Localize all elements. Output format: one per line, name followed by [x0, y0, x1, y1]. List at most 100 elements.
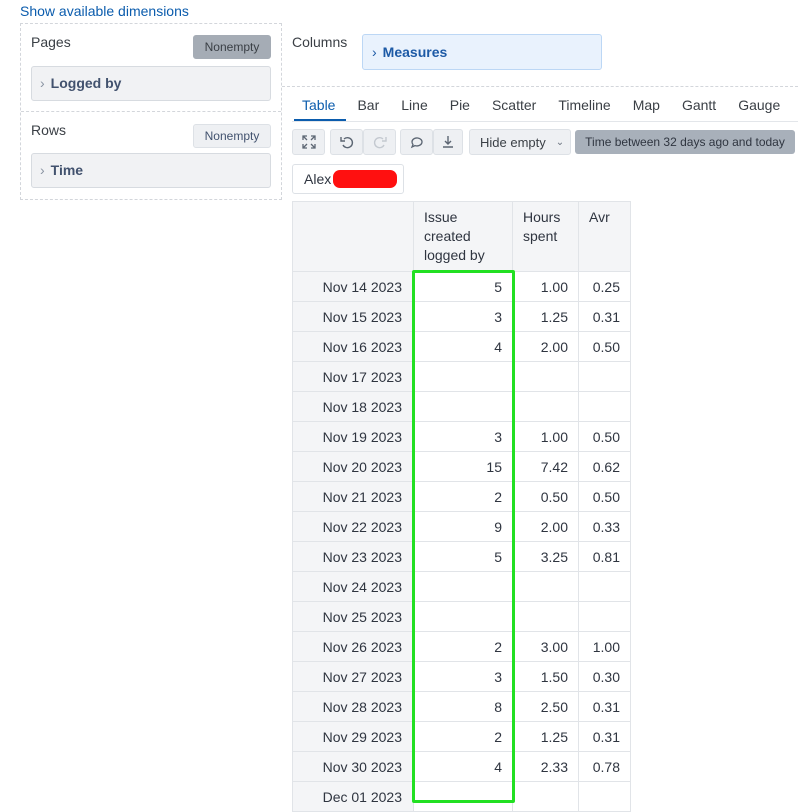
avr-cell: 0.62: [578, 451, 631, 482]
table-row: Nov 24 2023: [292, 571, 631, 602]
row-date-cell[interactable]: Nov 20 2023: [292, 451, 414, 482]
view-tabs: Table Bar Line Pie Scatter Timeline Map Gantt Ga…: [302, 97, 798, 113]
col-header-avr[interactable]: Avr: [578, 201, 631, 272]
page-selector[interactable]: Alex: [292, 164, 404, 194]
download-button[interactable]: [433, 129, 463, 155]
row-date-cell[interactable]: Nov 28 2023: [292, 691, 414, 722]
issues-cell: 2: [413, 481, 513, 512]
avr-cell: 0.33: [578, 511, 631, 542]
tab-gantt[interactable]: Gantt: [682, 97, 716, 113]
row-date-cell[interactable]: Nov 18 2023: [292, 391, 414, 422]
avr-cell: [578, 361, 631, 392]
issues-cell: 3: [413, 421, 513, 452]
row-date-cell[interactable]: Nov 24 2023: [292, 571, 414, 602]
issues-cell: [413, 391, 513, 422]
issues-cell: [413, 571, 513, 602]
corner-cell: [292, 201, 414, 272]
columns-measures-dimension[interactable]: › Measures: [362, 34, 602, 70]
hours-cell: 2.00: [512, 331, 579, 362]
columns-title: Columns: [292, 34, 348, 50]
avr-cell: [578, 391, 631, 422]
avr-cell: [578, 571, 631, 602]
pages-logged-by-dimension[interactable]: › Logged by: [31, 66, 271, 101]
tab-map[interactable]: Map: [633, 97, 660, 113]
hours-cell: 2.00: [512, 511, 579, 542]
avr-cell: 0.31: [578, 691, 631, 722]
issues-cell: 9: [413, 511, 513, 542]
issues-cell: 3: [413, 661, 513, 692]
hours-cell: [512, 781, 579, 812]
avr-cell: 0.50: [578, 421, 631, 452]
redo-button[interactable]: [363, 129, 396, 155]
chevron-right-icon: ›: [372, 44, 377, 60]
row-date-cell[interactable]: Nov 16 2023: [292, 331, 414, 362]
rows-title: Rows: [31, 122, 67, 138]
table-row: Nov 16 2023 4 2.00 0.50: [292, 331, 631, 362]
rows-nonempty-button[interactable]: Nonempty: [193, 124, 271, 148]
col-header-issues[interactable]: Issue created logged by: [413, 201, 513, 272]
comment-icon: [410, 137, 423, 149]
hide-empty-dropdown[interactable]: Hide empty ⌄: [469, 129, 571, 155]
section-divider: [21, 111, 281, 112]
issues-cell: 8: [413, 691, 513, 722]
undo-button[interactable]: [330, 129, 363, 155]
row-date-cell[interactable]: Nov 15 2023: [292, 301, 414, 332]
rows-time-dimension[interactable]: › Time: [31, 153, 271, 188]
tab-bar[interactable]: Bar: [357, 97, 379, 113]
row-date-cell[interactable]: Dec 01 2023: [292, 781, 414, 812]
hide-empty-label: Hide empty: [480, 134, 546, 150]
issues-cell: 4: [413, 751, 513, 782]
redo-icon: [373, 136, 387, 149]
table-header-row: Issue created logged by Hours spent Avr: [292, 201, 631, 272]
pages-nonempty-button[interactable]: Nonempty: [193, 35, 271, 59]
tab-gauge[interactable]: Gauge: [738, 97, 780, 113]
time-filter-button[interactable]: Time between 32 days ago and today: [575, 130, 795, 154]
issues-cell: 2: [413, 721, 513, 752]
table-row: Nov 27 2023 3 1.50 0.30: [292, 661, 631, 692]
row-date-cell[interactable]: Nov 23 2023: [292, 541, 414, 572]
issues-cell: 4: [413, 331, 513, 362]
issues-cell: [413, 601, 513, 632]
tab-timeline[interactable]: Timeline: [558, 97, 610, 113]
table-row: Nov 23 2023 5 3.25 0.81: [292, 541, 631, 572]
tab-line[interactable]: Line: [401, 97, 427, 113]
hours-cell: 2.33: [512, 751, 579, 782]
hours-cell: 1.25: [512, 721, 579, 752]
comment-button[interactable]: [400, 129, 433, 155]
table-row: Nov 28 2023 8 2.50 0.31: [292, 691, 631, 722]
row-date-cell[interactable]: Nov 25 2023: [292, 601, 414, 632]
tab-scatter[interactable]: Scatter: [492, 97, 536, 113]
issues-cell: 5: [413, 541, 513, 572]
avr-cell: 0.50: [578, 481, 631, 512]
table-row: Nov 22 2023 9 2.00 0.33: [292, 511, 631, 542]
table-row: Nov 29 2023 2 1.25 0.31: [292, 721, 631, 752]
row-date-cell[interactable]: Nov 17 2023: [292, 361, 414, 392]
hours-cell: 1.50: [512, 661, 579, 692]
row-date-cell[interactable]: Nov 26 2023: [292, 631, 414, 662]
row-date-cell[interactable]: Nov 22 2023: [292, 511, 414, 542]
col-header-hours[interactable]: Hours spent: [512, 201, 579, 272]
table-row: Nov 30 2023 4 2.33 0.78: [292, 751, 631, 782]
table-row: Nov 20 2023 15 7.42 0.62: [292, 451, 631, 482]
hours-cell: 3.00: [512, 631, 579, 662]
hours-cell: 1.00: [512, 271, 579, 302]
show-dimensions-link[interactable]: Show available dimensions: [20, 3, 189, 19]
issues-cell: 2: [413, 631, 513, 662]
hours-cell: 2.50: [512, 691, 579, 722]
table-row: Nov 15 2023 3 1.25 0.31: [292, 301, 631, 332]
results-table: Issue created logged by Hours spent Avr …: [292, 201, 631, 812]
row-date-cell[interactable]: Nov 27 2023: [292, 661, 414, 692]
hours-cell: [512, 601, 579, 632]
row-date-cell[interactable]: Nov 30 2023: [292, 751, 414, 782]
row-date-cell[interactable]: Nov 21 2023: [292, 481, 414, 512]
tab-table[interactable]: Table: [302, 97, 335, 113]
expand-icon: [301, 135, 316, 149]
row-date-cell[interactable]: Nov 19 2023: [292, 421, 414, 452]
layout-panel: Pages Nonempty › Logged by Rows Nonempty …: [20, 23, 282, 200]
avr-cell: 0.30: [578, 661, 631, 692]
row-date-cell[interactable]: Nov 29 2023: [292, 721, 414, 752]
row-date-cell[interactable]: Nov 14 2023: [292, 271, 414, 302]
tab-pie[interactable]: Pie: [450, 97, 470, 113]
expand-button[interactable]: [292, 129, 325, 155]
avr-cell: [578, 781, 631, 812]
